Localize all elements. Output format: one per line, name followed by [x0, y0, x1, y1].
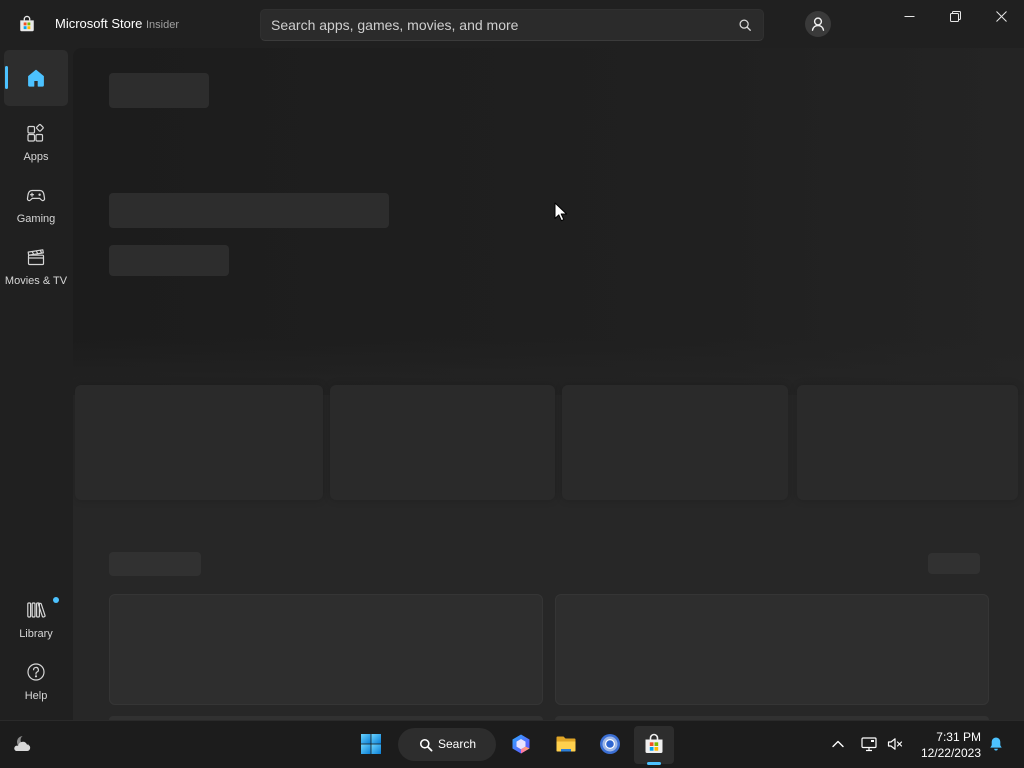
- microsoft-store-icon[interactable]: [643, 733, 665, 755]
- microsoft-store-icon: [18, 15, 36, 33]
- nav-help[interactable]: Help: [0, 651, 72, 707]
- nav-gaming[interactable]: Gaming: [0, 174, 72, 230]
- file-explorer-icon[interactable]: [555, 733, 577, 755]
- featured-card-skeleton: [562, 385, 788, 500]
- weather-icon[interactable]: [11, 733, 33, 755]
- taskbar-clock[interactable]: 7:31 PM 12/22/2023: [900, 729, 981, 761]
- nav-home[interactable]: [4, 50, 68, 106]
- search-box[interactable]: [260, 9, 764, 41]
- apps-icon: [26, 123, 46, 143]
- hero-banner-placeholder: [73, 48, 1024, 395]
- title-bar: Microsoft Store Insider: [0, 0, 1024, 48]
- insider-channel-label: Insider: [146, 19, 180, 31]
- taskbar-search-button[interactable]: Search: [398, 728, 496, 761]
- search-icon: [419, 738, 433, 752]
- clapperboard-icon: [26, 247, 46, 267]
- clock-time: 7:31 PM: [936, 730, 981, 744]
- taskbar-search-label: Search: [438, 737, 477, 751]
- featured-card-skeleton: [330, 385, 555, 500]
- featured-card-skeleton: [75, 385, 323, 500]
- taskbar: Search 7:31 PM 12/22/2023: [0, 720, 1024, 768]
- restore-button[interactable]: [932, 0, 978, 32]
- collection-card-skeleton: [555, 594, 989, 705]
- restore-icon: [949, 10, 961, 22]
- search-icon[interactable]: [738, 18, 752, 32]
- active-app-indicator: [647, 762, 661, 765]
- library-icon: [26, 600, 46, 620]
- nav-apps-label: Apps: [23, 151, 49, 163]
- help-icon: [26, 662, 46, 682]
- hero-heading-skeleton: [109, 193, 389, 228]
- hero-button-skeleton: [109, 245, 229, 276]
- nav-gaming-label: Gaming: [16, 213, 56, 225]
- minimize-icon: [904, 15, 914, 17]
- collection-card-skeleton: [109, 594, 543, 705]
- close-button[interactable]: [978, 0, 1024, 32]
- nav-library[interactable]: Library: [0, 589, 72, 645]
- section-title-skeleton: [109, 552, 201, 576]
- selected-indicator: [5, 66, 8, 89]
- app-title: Microsoft Store: [55, 16, 143, 31]
- close-icon: [995, 10, 1007, 22]
- hero-title-skeleton: [109, 73, 209, 108]
- clock-date: 12/22/2023: [920, 746, 981, 760]
- network-icon[interactable]: [861, 736, 877, 752]
- nav-help-label: Help: [24, 690, 48, 702]
- windows-logo-icon[interactable]: [360, 733, 382, 755]
- search-input[interactable]: [261, 10, 731, 40]
- minimize-button[interactable]: [886, 0, 932, 32]
- copilot-icon[interactable]: [510, 733, 532, 755]
- featured-card-skeleton: [797, 385, 1018, 500]
- account-icon[interactable]: [805, 11, 831, 37]
- mouse-pointer-icon: [554, 202, 567, 222]
- game-controller-icon: [26, 185, 46, 205]
- home-content: [73, 48, 1024, 720]
- nav-movies-tv[interactable]: Movies & TV: [0, 236, 72, 292]
- nav-library-label: Library: [19, 628, 53, 640]
- see-all-skeleton: [928, 553, 980, 574]
- home-icon: [26, 68, 46, 88]
- chrome-icon[interactable]: [599, 733, 621, 755]
- chevron-up-icon[interactable]: [830, 736, 846, 752]
- nav-movies-tv-label: Movies & TV: [4, 275, 68, 287]
- notification-bell-icon[interactable]: [988, 736, 1004, 752]
- library-update-badge: [53, 597, 59, 603]
- nav-apps[interactable]: Apps: [0, 112, 72, 168]
